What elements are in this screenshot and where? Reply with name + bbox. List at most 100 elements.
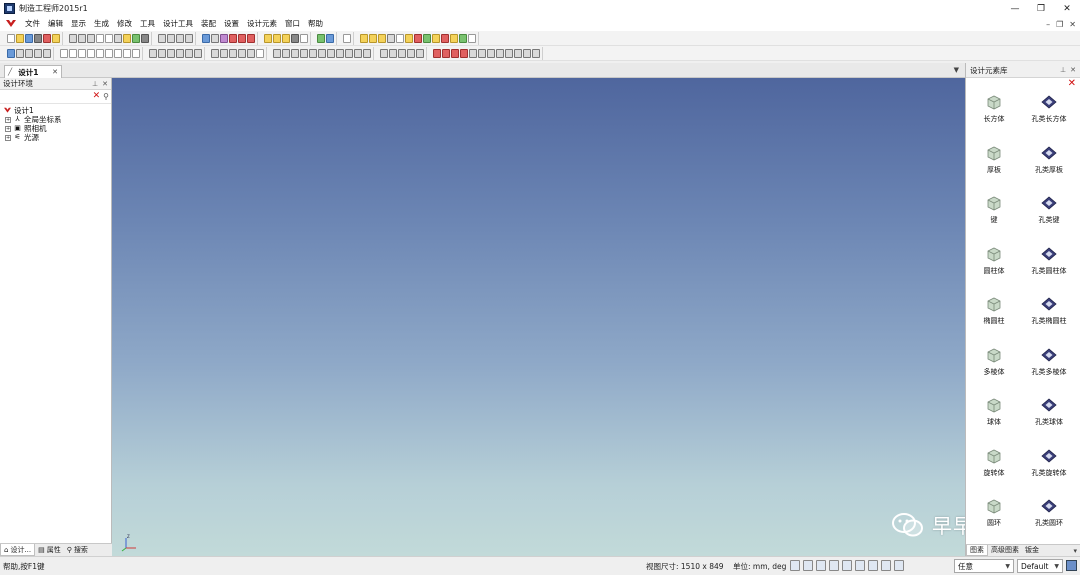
arc-a-icon[interactable]	[148, 48, 157, 58]
library-item[interactable]: 孔类厚板	[1024, 140, 1074, 188]
pencil-icon[interactable]	[201, 33, 210, 43]
modify-f-icon[interactable]	[317, 48, 326, 58]
3d-viewport[interactable]: Z	[112, 78, 965, 556]
arc-f-icon[interactable]	[193, 48, 202, 58]
ruler-icon[interactable]	[404, 33, 413, 43]
menu-file[interactable]: 文件	[21, 17, 44, 31]
arc-e-icon[interactable]	[184, 48, 193, 58]
library-item[interactable]: 圆环	[969, 493, 1019, 541]
annotate-e-icon[interactable]	[468, 48, 477, 58]
annotate-c-icon[interactable]	[450, 48, 459, 58]
help-icon[interactable]	[42, 33, 51, 43]
library-a-icon[interactable]	[359, 33, 368, 43]
circle-e-icon[interactable]	[113, 48, 122, 58]
tree-item-global-coordinates[interactable]: + ⅄ 全局坐标系	[3, 115, 111, 124]
menu-edit[interactable]: 编辑	[44, 17, 67, 31]
library-item[interactable]: 孔类旋转体	[1024, 443, 1074, 491]
cut-icon[interactable]	[86, 33, 95, 43]
brush-icon[interactable]	[219, 33, 228, 43]
menu-view[interactable]: 显示	[67, 17, 90, 31]
library-b-icon[interactable]	[368, 33, 377, 43]
new-file-icon[interactable]	[6, 33, 15, 43]
star-icon[interactable]	[413, 33, 422, 43]
copy-icon[interactable]	[95, 33, 104, 43]
expand-icon[interactable]: +	[5, 125, 11, 132]
annotate-l-icon[interactable]	[531, 48, 540, 58]
library-item[interactable]: 圆柱体	[969, 241, 1019, 289]
tab-primitives[interactable]: 图素	[966, 545, 988, 556]
annotate-j-icon[interactable]	[513, 48, 522, 58]
dim-d-icon[interactable]	[406, 48, 415, 58]
view-cube-icon[interactable]	[816, 560, 826, 571]
modify-k-icon[interactable]	[362, 48, 371, 58]
annotate-a-icon[interactable]	[432, 48, 441, 58]
brand-logo-icon[interactable]	[4, 18, 18, 30]
chevron-down-icon[interactable]: ▾	[1073, 547, 1077, 555]
tab-design-1[interactable]: ╱ 设计1 ✕	[4, 65, 62, 78]
library-item[interactable]: 球体	[969, 392, 1019, 440]
menu-design-elements[interactable]: 设计元素	[243, 17, 281, 31]
library-c-icon[interactable]	[377, 33, 386, 43]
library-d-icon[interactable]	[386, 33, 395, 43]
filter-icon[interactable]: ⚲	[103, 92, 109, 101]
annotate-f-icon[interactable]	[477, 48, 486, 58]
menu-help[interactable]: 帮助	[304, 17, 327, 31]
triangle-icon[interactable]	[157, 33, 166, 43]
modify-h-icon[interactable]	[335, 48, 344, 58]
library-item[interactable]: 旋转体	[969, 443, 1019, 491]
assembly-b-icon[interactable]	[325, 33, 334, 43]
print-icon[interactable]	[33, 33, 42, 43]
menu-generate[interactable]: 生成	[90, 17, 113, 31]
menu-window[interactable]: 窗口	[281, 17, 304, 31]
tree-item-camera[interactable]: + ▣ 照相机	[3, 124, 111, 133]
modify-d-icon[interactable]	[299, 48, 308, 58]
tab-sheet-metal[interactable]: 钣金	[1022, 545, 1042, 556]
pencil-icon[interactable]	[868, 560, 878, 571]
minimize-icon[interactable]: —	[1002, 0, 1028, 17]
tool-e-icon[interactable]	[467, 33, 476, 43]
knife-icon[interactable]	[210, 33, 219, 43]
delete-icon[interactable]: ✕	[93, 92, 101, 101]
arc-icon[interactable]	[175, 33, 184, 43]
wave-e-icon[interactable]	[246, 48, 255, 58]
annotate-h-icon[interactable]	[495, 48, 504, 58]
open-file-icon[interactable]	[15, 33, 24, 43]
zoom-icon[interactable]	[790, 560, 800, 571]
paste-icon[interactable]	[104, 33, 113, 43]
library-item[interactable]: 孔类长方体	[1024, 89, 1074, 137]
menu-design-tools[interactable]: 设计工具	[159, 17, 197, 31]
arc-d-icon[interactable]	[175, 48, 184, 58]
gear-icon[interactable]	[422, 33, 431, 43]
close-icon[interactable]: ✕	[1054, 0, 1080, 17]
tool-b-icon[interactable]	[440, 33, 449, 43]
tab-search[interactable]: ⚲ 搜索	[64, 544, 91, 556]
expand-icon[interactable]: +	[5, 134, 11, 141]
wave-b-icon[interactable]	[219, 48, 228, 58]
circle-g-icon[interactable]	[131, 48, 140, 58]
library-item[interactable]: 长方体	[969, 89, 1019, 137]
axis-icon[interactable]	[140, 33, 149, 43]
undo-icon[interactable]	[68, 33, 77, 43]
arc-c-icon[interactable]	[166, 48, 175, 58]
redo-icon[interactable]	[77, 33, 86, 43]
circle-c-icon[interactable]	[95, 48, 104, 58]
menu-modify[interactable]: 修改	[113, 17, 136, 31]
pin-icon[interactable]: ⊥	[92, 78, 98, 90]
solid-b-icon[interactable]	[272, 33, 281, 43]
library-item[interactable]: 多棱体	[969, 342, 1019, 390]
wave-a-icon[interactable]	[210, 48, 219, 58]
camera-icon[interactable]	[855, 560, 865, 571]
library-item[interactable]: 孔类键	[1024, 190, 1074, 238]
view-direction-icon[interactable]	[829, 560, 839, 571]
modify-b-icon[interactable]	[281, 48, 290, 58]
mdi-restore-icon[interactable]: ❐	[1056, 20, 1063, 29]
zoom-window-icon[interactable]	[803, 560, 813, 571]
annotate-d-icon[interactable]	[459, 48, 468, 58]
tool-d-icon[interactable]	[458, 33, 467, 43]
dim-b-icon[interactable]	[388, 48, 397, 58]
close-library-icon[interactable]: ✕	[1068, 79, 1076, 89]
spline-icon[interactable]	[42, 48, 51, 58]
expand-icon[interactable]: +	[5, 116, 11, 123]
library-item[interactable]: 键	[969, 190, 1019, 238]
sketch-icon[interactable]	[6, 48, 15, 58]
